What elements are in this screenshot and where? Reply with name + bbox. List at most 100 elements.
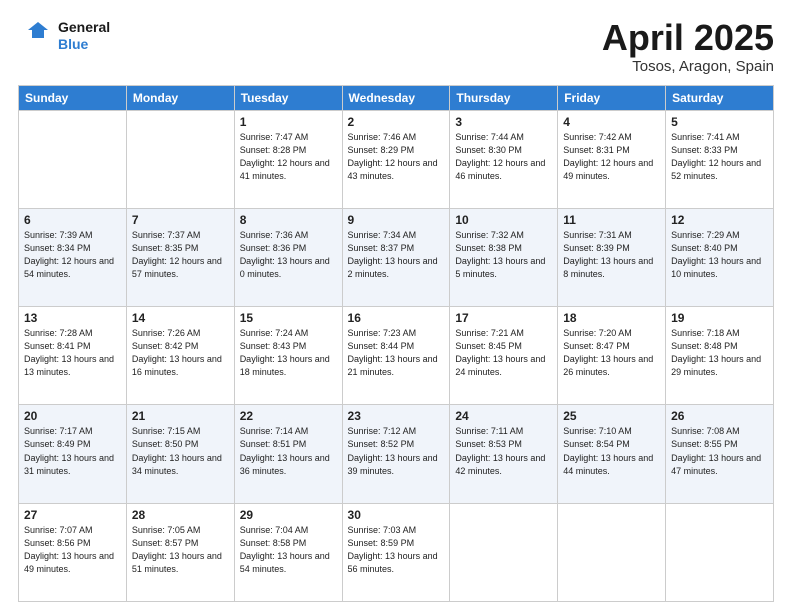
calendar-cell: 8Sunrise: 7:36 AM Sunset: 8:36 PM Daylig… (234, 208, 342, 306)
day-number: 17 (455, 311, 552, 325)
day-number: 4 (563, 115, 660, 129)
day-number: 27 (24, 508, 121, 522)
calendar-cell: 17 Sunrise: 7:21 AM Sunset: 8:45 PM Dayli… (450, 307, 558, 405)
day-number: 12 (671, 213, 768, 227)
weekday-header-sunday: Sunday (19, 85, 127, 110)
calendar-cell: 1 Sunrise: 7:47 AM Sunset: 8:28 PM Daylig… (234, 110, 342, 208)
calendar-cell: 24 Sunrise: 7:11 AM Sunset: 8:53 PM Dayli… (450, 405, 558, 503)
calendar-cell (19, 110, 127, 208)
calendar-row: 27 Sunrise: 7:07 AM Sunset: 8:56 PM Dayli… (19, 503, 774, 601)
calendar-cell: 6 Sunrise: 7:39 AM Sunset: 8:34 PM Daylig… (19, 208, 127, 306)
calendar-cell: 3 Sunrise: 7:44 AM Sunset: 8:30 PM Daylig… (450, 110, 558, 208)
cell-info: Sunrise: 7:44 AM Sunset: 8:30 PM Dayligh… (455, 131, 552, 183)
day-number: 13 (24, 311, 121, 325)
day-number: 6 (24, 213, 121, 227)
calendar-cell: 18 Sunrise: 7:20 AM Sunset: 8:47 PM Dayli… (558, 307, 666, 405)
weekday-header-tuesday: Tuesday (234, 85, 342, 110)
calendar-cell: 30 Sunrise: 7:03 AM Sunset: 8:59 PM Dayli… (342, 503, 450, 601)
day-number: 23 (348, 409, 445, 423)
day-number: 25 (563, 409, 660, 423)
cell-info: Sunrise: 7:46 AM Sunset: 8:29 PM Dayligh… (348, 131, 445, 183)
day-number: 3 (455, 115, 552, 129)
calendar-cell: 26 Sunrise: 7:08 AM Sunset: 8:55 PM Dayli… (666, 405, 774, 503)
day-number: 20 (24, 409, 121, 423)
cell-info: Sunrise: 7:29 AM Sunset: 8:40 PM Dayligh… (671, 229, 768, 281)
day-number: 2 (348, 115, 445, 129)
cell-info: Sunrise: 7:08 AM Sunset: 8:55 PM Dayligh… (671, 425, 768, 477)
calendar-cell: 9Sunrise: 7:34 AM Sunset: 8:37 PM Daylig… (342, 208, 450, 306)
calendar-cell: 14Sunrise: 7:26 AM Sunset: 8:42 PM Dayli… (126, 307, 234, 405)
day-number: 16 (348, 311, 445, 325)
subtitle: Tosos, Aragon, Spain (602, 58, 774, 75)
calendar-cell: 16 Sunrise: 7:23 AM Sunset: 8:44 PM Dayli… (342, 307, 450, 405)
day-number: 5 (671, 115, 768, 129)
main-title: April 2025 (602, 18, 774, 58)
header: General Blue April 2025 Tosos, Aragon, S… (18, 18, 774, 75)
cell-info: Sunrise: 7:10 AM Sunset: 8:54 PM Dayligh… (563, 425, 660, 477)
day-number: 9 (348, 213, 445, 227)
weekday-header-monday: Monday (126, 85, 234, 110)
weekday-header-saturday: Saturday (666, 85, 774, 110)
cell-info: Sunrise: 7:47 AM Sunset: 8:28 PM Dayligh… (240, 131, 337, 183)
logo-text: General Blue (58, 19, 110, 53)
cell-info: Sunrise: 7:21 AM Sunset: 8:45 PM Dayligh… (455, 327, 552, 379)
cell-info: Sunrise: 7:41 AM Sunset: 8:33 PM Dayligh… (671, 131, 768, 183)
day-number: 10 (455, 213, 552, 227)
day-number: 11 (563, 213, 660, 227)
calendar-cell (558, 503, 666, 601)
day-number: 1 (240, 115, 337, 129)
calendar-cell: 4 Sunrise: 7:42 AM Sunset: 8:31 PM Daylig… (558, 110, 666, 208)
day-number: 30 (348, 508, 445, 522)
cell-info: Sunrise: 7:31 AM Sunset: 8:39 PM Dayligh… (563, 229, 660, 281)
day-number: 28 (132, 508, 229, 522)
day-number: 21 (132, 409, 229, 423)
day-number: 26 (671, 409, 768, 423)
cell-info: Sunrise: 7:23 AM Sunset: 8:44 PM Dayligh… (348, 327, 445, 379)
calendar-cell: 7Sunrise: 7:37 AM Sunset: 8:35 PM Daylig… (126, 208, 234, 306)
cell-info: Sunrise: 7:03 AM Sunset: 8:59 PM Dayligh… (348, 524, 445, 576)
cell-info: Sunrise: 7:12 AM Sunset: 8:52 PM Dayligh… (348, 425, 445, 477)
calendar-cell: 12 Sunrise: 7:29 AM Sunset: 8:40 PM Dayli… (666, 208, 774, 306)
cell-info: Sunrise: 7:11 AM Sunset: 8:53 PM Dayligh… (455, 425, 552, 477)
cell-info: Sunrise: 7:14 AM Sunset: 8:51 PM Dayligh… (240, 425, 337, 477)
title-block: April 2025 Tosos, Aragon, Spain (602, 18, 774, 75)
logo-graphic (18, 18, 54, 54)
calendar-cell: 22 Sunrise: 7:14 AM Sunset: 8:51 PM Dayli… (234, 405, 342, 503)
calendar-cell: 20 Sunrise: 7:17 AM Sunset: 8:49 PM Dayli… (19, 405, 127, 503)
day-number: 8 (240, 213, 337, 227)
calendar-row: 6 Sunrise: 7:39 AM Sunset: 8:34 PM Daylig… (19, 208, 774, 306)
calendar-cell: 2 Sunrise: 7:46 AM Sunset: 8:29 PM Daylig… (342, 110, 450, 208)
cell-info: Sunrise: 7:18 AM Sunset: 8:48 PM Dayligh… (671, 327, 768, 379)
cell-info: Sunrise: 7:42 AM Sunset: 8:31 PM Dayligh… (563, 131, 660, 183)
calendar-cell: 29Sunrise: 7:04 AM Sunset: 8:58 PM Dayli… (234, 503, 342, 601)
calendar-table: SundayMondayTuesdayWednesdayThursdayFrid… (18, 85, 774, 602)
calendar-cell: 25 Sunrise: 7:10 AM Sunset: 8:54 PM Dayli… (558, 405, 666, 503)
weekday-header-wednesday: Wednesday (342, 85, 450, 110)
calendar-cell: 5 Sunrise: 7:41 AM Sunset: 8:33 PM Daylig… (666, 110, 774, 208)
day-number: 19 (671, 311, 768, 325)
cell-info: Sunrise: 7:05 AM Sunset: 8:57 PM Dayligh… (132, 524, 229, 576)
cell-info: Sunrise: 7:20 AM Sunset: 8:47 PM Dayligh… (563, 327, 660, 379)
logo: General Blue (18, 18, 110, 54)
day-number: 18 (563, 311, 660, 325)
page: General Blue April 2025 Tosos, Aragon, S… (0, 0, 792, 612)
cell-info: Sunrise: 7:07 AM Sunset: 8:56 PM Dayligh… (24, 524, 121, 576)
day-number: 22 (240, 409, 337, 423)
calendar-cell: 27 Sunrise: 7:07 AM Sunset: 8:56 PM Dayli… (19, 503, 127, 601)
weekday-header-friday: Friday (558, 85, 666, 110)
cell-info: Sunrise: 7:37 AM Sunset: 8:35 PM Dayligh… (132, 229, 229, 281)
calendar-cell: 23 Sunrise: 7:12 AM Sunset: 8:52 PM Dayli… (342, 405, 450, 503)
cell-info: Sunrise: 7:39 AM Sunset: 8:34 PM Dayligh… (24, 229, 121, 281)
calendar-cell (126, 110, 234, 208)
cell-info: Sunrise: 7:15 AM Sunset: 8:50 PM Dayligh… (132, 425, 229, 477)
calendar-row: 1 Sunrise: 7:47 AM Sunset: 8:28 PM Daylig… (19, 110, 774, 208)
cell-info: Sunrise: 7:17 AM Sunset: 8:49 PM Dayligh… (24, 425, 121, 477)
day-number: 14 (132, 311, 229, 325)
cell-info: Sunrise: 7:04 AM Sunset: 8:58 PM Dayligh… (240, 524, 337, 576)
calendar-cell: 21 Sunrise: 7:15 AM Sunset: 8:50 PM Dayli… (126, 405, 234, 503)
calendar-row: 20 Sunrise: 7:17 AM Sunset: 8:49 PM Dayli… (19, 405, 774, 503)
calendar-header-row: SundayMondayTuesdayWednesdayThursdayFrid… (19, 85, 774, 110)
calendar-cell: 28 Sunrise: 7:05 AM Sunset: 8:57 PM Dayli… (126, 503, 234, 601)
day-number: 24 (455, 409, 552, 423)
calendar-row: 13Sunrise: 7:28 AM Sunset: 8:41 PM Dayli… (19, 307, 774, 405)
